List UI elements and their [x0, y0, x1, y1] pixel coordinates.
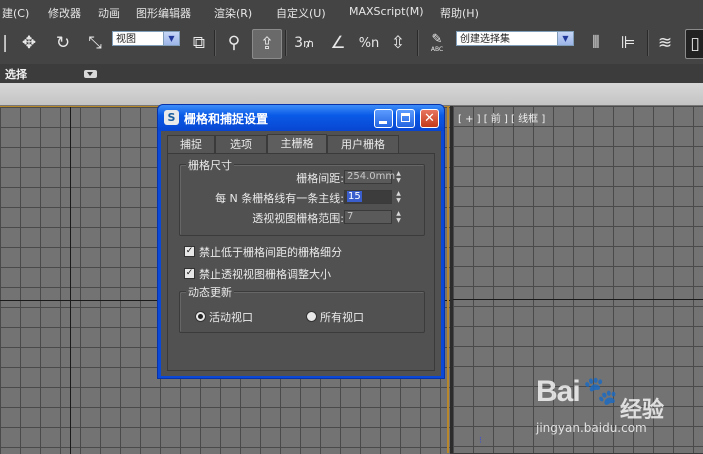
baidu-logo: Bai — [536, 375, 581, 408]
ribbon-header: 选择 — [0, 64, 703, 83]
tab-label: 主栅格 — [280, 137, 314, 150]
rotate-icon[interactable]: ↻ — [50, 29, 76, 57]
spinner-arrows-icon[interactable]: ▲ ▼ — [394, 170, 403, 184]
graphite-tools-icon[interactable]: ▯ — [685, 29, 703, 59]
viewport-label[interactable]: [ + ] [ 前 ] [ 线框 ] — [458, 110, 545, 125]
group-title: 动态更新 — [186, 284, 234, 300]
menu-customize[interactable]: 自定义(U) — [276, 5, 326, 21]
inhibit-persp-resize-checkbox[interactable]: ✓ — [184, 268, 195, 279]
active-viewport-label: 活动视口 — [209, 311, 253, 324]
main-toolbar: ❘ ✥ ↻ ⤡ 视图 ▼ ⧉ ⚲ ⇪ 3 ₥ ∠ %n ⇳ ✎ ABC 创建选择集 … — [0, 24, 703, 65]
tab-home-grid[interactable]: 主栅格 — [267, 134, 327, 154]
all-viewports-label: 所有视口 — [320, 311, 364, 324]
axis-tripod-icon: ⁝ — [479, 436, 482, 446]
maximize-button[interactable] — [396, 109, 415, 128]
inhibit-subdivision-checkbox[interactable]: ✓ — [184, 246, 195, 257]
menu-modifiers[interactable]: 修改器 — [48, 5, 81, 21]
world-axis-vertical — [70, 107, 71, 454]
menu-graph-editors[interactable]: 图形编辑器 — [136, 5, 191, 21]
dialog-body: 捕捉 选项 主栅格 用户栅格 栅格尺寸 栅格间距: 254.0mm ▲ ▼ 每 N… — [161, 131, 441, 376]
named-selection-dropdown[interactable]: 创建选择集 ▼ — [456, 31, 574, 46]
move-icon[interactable]: ✥ — [16, 29, 42, 57]
menu-rendering[interactable]: 渲染(R) — [214, 5, 252, 21]
active-viewport-border — [447, 106, 449, 453]
all-viewports-radio[interactable] — [306, 311, 317, 322]
menu-create[interactable]: 建(C) — [2, 5, 29, 21]
toolbar-separator — [417, 30, 419, 56]
major-lines-label: 每 N 条栅格线有一条主线: — [215, 192, 344, 205]
percent-snap-icon[interactable]: %n — [355, 29, 383, 57]
major-lines-spinner[interactable]: 15 — [344, 190, 392, 204]
grid-dimensions-group: 栅格尺寸 栅格间距: 254.0mm ▲ ▼ 每 N 条栅格线有一条主线: 15 … — [179, 157, 425, 236]
close-button[interactable]: ✕ — [420, 109, 439, 128]
layer-manager-icon[interactable]: ≋ — [652, 29, 678, 57]
watermark-url: jingyan.baidu.com — [536, 421, 647, 435]
world-axis-horizontal — [453, 299, 703, 300]
active-viewport-radio[interactable] — [195, 311, 206, 322]
named-selection-value: 创建选择集 — [460, 34, 510, 45]
ribbon-label: 选择 — [5, 68, 27, 81]
snap-dimension-label: 3 — [294, 35, 304, 51]
menu-help[interactable]: 帮助(H) — [440, 5, 479, 21]
tab-snaps[interactable]: 捕捉 — [167, 135, 215, 153]
watermark-text: 经验 — [620, 398, 665, 423]
reference-coord-value: 视图 — [116, 34, 136, 45]
spinner-snap-icon[interactable]: ⇳ — [385, 29, 411, 57]
perspective-extent-label: 透视视图栅格范围: — [252, 212, 344, 225]
home-grid-panel: 栅格尺寸 栅格间距: 254.0mm ▲ ▼ 每 N 条栅格线有一条主线: 15 … — [167, 153, 435, 371]
minimize-button[interactable] — [374, 109, 393, 128]
tab-label: 用户栅格 — [341, 138, 385, 151]
align-icon[interactable]: ⊫ — [614, 29, 642, 57]
keyboard-shortcut-override-icon[interactable]: ⇪ — [252, 29, 282, 59]
select-link-icon[interactable]: ⚲ — [221, 29, 247, 57]
percent-snap-label: %n — [358, 35, 380, 51]
tab-user-grids[interactable]: 用户栅格 — [327, 135, 399, 153]
perspective-extent-value: 7 — [347, 211, 354, 222]
grid-spacing-value: 254.0mm — [347, 171, 396, 182]
menu-animation[interactable]: 动画 — [98, 5, 120, 21]
chevron-down-icon[interactable]: ▼ — [557, 32, 573, 45]
ribbon-toggle-icon[interactable] — [84, 70, 97, 78]
edit-named-selection-icon[interactable]: ✎ ABC — [424, 29, 450, 57]
toolbar-separator — [647, 30, 649, 56]
grid-spacing-label: 栅格间距: — [296, 172, 344, 185]
grid-snap-settings-dialog: S 栅格和捕捉设置 ✕ 捕捉 选项 主栅格 用户栅格 栅格尺寸 栅格间距: 25… — [157, 104, 445, 379]
ribbon-panel — [0, 83, 703, 106]
inhibit-persp-resize-label: 禁止透视视图栅格调整大小 — [199, 268, 331, 281]
paw-icon: 🐾 — [583, 374, 618, 407]
abc-label: ABC — [430, 46, 444, 53]
reference-coord-dropdown[interactable]: 视图 ▼ — [112, 31, 180, 46]
scale-icon[interactable]: ⤡ — [82, 29, 108, 57]
menu-bar: 建(C) 修改器 动画 图形编辑器 渲染(R) 自定义(U) MAXScript… — [0, 0, 703, 25]
perspective-extent-spinner[interactable]: 7 — [344, 210, 392, 224]
grid-spacing-spinner[interactable]: 254.0mm — [344, 170, 396, 184]
app-icon: S — [164, 110, 179, 125]
spinner-arrows-icon[interactable]: ▲ ▼ — [394, 190, 403, 204]
inhibit-subdivision-label: 禁止低于栅格间距的栅格细分 — [199, 246, 342, 259]
toolbar-separator — [214, 30, 216, 56]
pivot-center-icon[interactable]: ⧉ — [186, 29, 212, 57]
major-lines-value: 15 — [347, 191, 362, 202]
mirror-icon[interactable]: ⫴ — [582, 29, 610, 57]
dynamic-update-group: 动态更新 活动视口 所有视口 — [179, 284, 425, 333]
dialog-titlebar[interactable]: S 栅格和捕捉设置 ✕ — [158, 105, 444, 131]
toolbar-edge-icon[interactable]: ❘ — [0, 29, 12, 57]
tab-label: 捕捉 — [180, 138, 202, 151]
tab-options[interactable]: 选项 — [215, 135, 267, 153]
spinner-arrows-icon[interactable]: ▲ ▼ — [394, 210, 403, 224]
angle-snap-icon[interactable]: ∠ — [324, 29, 352, 57]
dialog-title: 栅格和捕捉设置 — [184, 112, 269, 126]
menu-maxscript[interactable]: MAXScript(M) — [349, 5, 424, 18]
group-title: 栅格尺寸 — [186, 157, 234, 173]
chevron-down-icon[interactable]: ▼ — [163, 32, 179, 45]
snap-toggle-icon[interactable]: 3 ₥ — [290, 29, 318, 57]
toolbar-separator — [285, 30, 287, 56]
tab-label: 选项 — [230, 138, 252, 151]
